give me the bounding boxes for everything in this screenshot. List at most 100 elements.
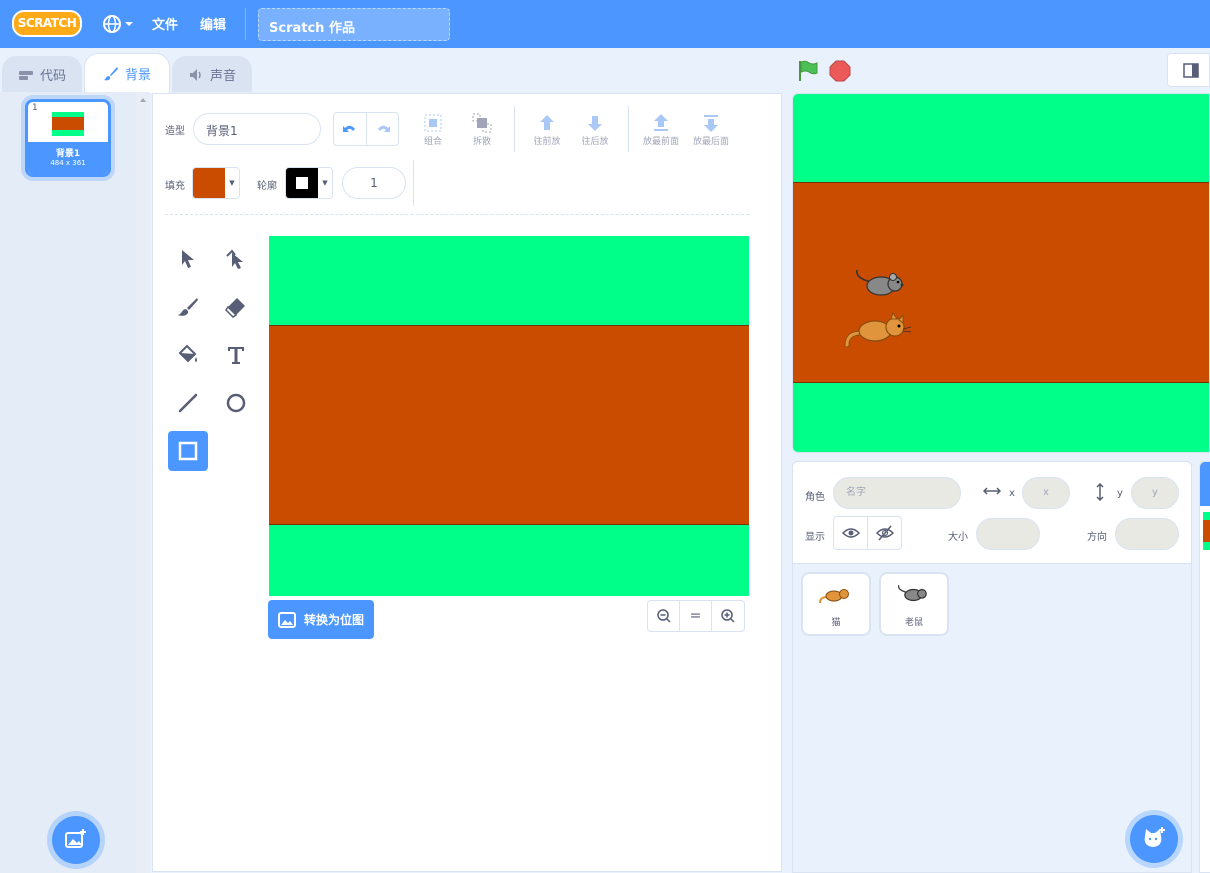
size-input[interactable]	[976, 518, 1040, 550]
ungroup-button[interactable]: 拆散	[460, 112, 504, 152]
green-flag-icon[interactable]	[796, 59, 820, 83]
outline-width-input[interactable]: 1	[342, 167, 406, 199]
y-input[interactable]: y	[1131, 477, 1179, 509]
undo-button[interactable]	[334, 113, 367, 145]
zoom-in-icon	[721, 609, 735, 623]
backdrop-list-scrollbar[interactable]	[136, 92, 150, 873]
backdrop-list: 1 背景1 484 x 361	[0, 92, 150, 873]
convert-button-label: 转换为位图	[303, 613, 364, 627]
outline-color-picker[interactable]: ▼	[285, 167, 333, 199]
y-label: y	[1117, 488, 1123, 499]
image-icon	[277, 611, 296, 628]
costume-name-label: 造型	[165, 126, 185, 137]
text-tool[interactable]	[216, 335, 256, 375]
line-tool[interactable]	[168, 383, 208, 423]
eye-off-icon	[876, 525, 894, 541]
toolbar-divider	[413, 160, 414, 206]
forward-label: 往前放	[533, 137, 561, 147]
redo-icon	[378, 125, 390, 132]
tab-label: 背景	[124, 68, 151, 83]
mouse-sprite[interactable]	[853, 268, 911, 304]
fill-swatch	[193, 168, 226, 198]
convert-to-bitmap-button[interactable]: 转换为位图	[268, 600, 374, 639]
x-label: x	[1009, 488, 1015, 499]
group-button[interactable]: 组合	[411, 112, 455, 152]
sprite-pane: 角色 名字 x x y y 显示 大小 方向 猫 老鼠	[792, 461, 1192, 873]
editor-tabs: 代码 背景 声音	[0, 48, 780, 93]
edit-menu[interactable]: 编辑	[200, 14, 226, 33]
backdrop-name: 背景1	[55, 149, 81, 159]
menu-divider	[245, 8, 246, 40]
zoom-in-button[interactable]	[712, 601, 744, 631]
zoom-out-button[interactable]	[648, 601, 680, 631]
toolbar-divider	[628, 106, 629, 152]
tab-sounds[interactable]: 声音	[172, 56, 252, 92]
backdrop-label: 背景1 484 x 361	[28, 142, 108, 174]
layout-icon	[1183, 63, 1199, 78]
sprite-info-panel: 角色 名字 x x y y 显示 大小 方向	[793, 462, 1191, 564]
arrow-down-icon	[588, 116, 602, 131]
add-backdrop-button[interactable]	[52, 816, 100, 864]
paint-canvas[interactable]	[269, 236, 749, 596]
backdrop-number: 1	[32, 103, 38, 113]
hide-button[interactable]	[868, 517, 902, 549]
stop-icon[interactable]	[829, 60, 851, 82]
tab-label: 声音	[209, 69, 236, 84]
scratch-logo[interactable]: SCRATCH	[12, 10, 82, 37]
sprite-tile-cat[interactable]: 猫	[801, 572, 871, 636]
language-menu[interactable]	[102, 13, 136, 35]
stage-bottom-band	[793, 383, 1209, 452]
front-button[interactable]: 放最前面	[637, 112, 685, 152]
size-label: 大小	[948, 532, 968, 543]
select-tool[interactable]	[168, 239, 208, 279]
stage-selector[interactable]	[1199, 461, 1210, 873]
brush-tool[interactable]	[168, 287, 208, 327]
circle-tool[interactable]	[216, 383, 256, 423]
toolbar-divider	[514, 106, 515, 152]
redo-button[interactable]	[367, 113, 399, 145]
costume-name-input[interactable]: 背景1	[193, 113, 321, 145]
show-button[interactable]	[834, 517, 868, 549]
scroll-up-icon	[140, 98, 146, 102]
send-to-back-icon	[704, 115, 718, 132]
toolbar-separator	[165, 214, 749, 215]
eraser-tool[interactable]	[216, 287, 256, 327]
small-stage-button[interactable]	[1167, 53, 1210, 87]
text-icon	[228, 347, 244, 364]
backward-button[interactable]: 往后放	[573, 112, 617, 152]
fill-color-picker[interactable]: ▼	[192, 167, 240, 199]
forward-button[interactable]: 往前放	[525, 112, 569, 152]
x-input[interactable]: x	[1022, 477, 1070, 509]
sprite-name-input[interactable]: 名字	[833, 477, 961, 509]
zoom-out-icon	[656, 609, 671, 623]
back-button[interactable]: 放最后面	[687, 112, 735, 152]
backdrop-tile[interactable]: 1 背景1 484 x 361	[25, 99, 111, 177]
canvas-bottom-band	[269, 525, 749, 596]
add-sprite-button[interactable]	[1130, 815, 1178, 863]
tab-code[interactable]: 代码	[2, 56, 82, 92]
sprite-tile-mouse[interactable]: 老鼠	[879, 572, 949, 636]
paint-bucket-icon	[178, 344, 197, 363]
backdrop-thumbnail	[52, 112, 84, 136]
reshape-icon	[226, 249, 243, 269]
paint-editor: 造型 背景1 组合 拆散 往前放 往后放 放最前面 放最后面 填充 ▼ 轮廓 ▼…	[152, 93, 782, 872]
project-title-input[interactable]: Scratch 作品	[258, 8, 450, 41]
zoom-controls: =	[647, 600, 745, 632]
outline-label: 轮廓	[257, 181, 277, 192]
y-arrows-icon	[1096, 483, 1104, 501]
file-menu[interactable]: 文件	[152, 14, 178, 33]
direction-input[interactable]	[1115, 518, 1179, 550]
direction-label: 方向	[1087, 532, 1107, 543]
backdrop-size: 484 x 361	[50, 159, 86, 167]
rectangle-tool[interactable]	[168, 431, 208, 471]
zoom-reset-button[interactable]: =	[680, 601, 712, 631]
cat-thumbnail	[819, 589, 849, 604]
ungroup-icon	[472, 113, 492, 133]
outline-swatch	[286, 168, 319, 198]
fill-tool[interactable]	[168, 335, 208, 375]
group-icon	[424, 114, 442, 132]
tab-backdrops[interactable]: 背景	[84, 53, 170, 93]
reshape-tool[interactable]	[216, 239, 256, 279]
stage[interactable]	[792, 93, 1210, 453]
chevron-down-icon: ▼	[225, 168, 239, 198]
